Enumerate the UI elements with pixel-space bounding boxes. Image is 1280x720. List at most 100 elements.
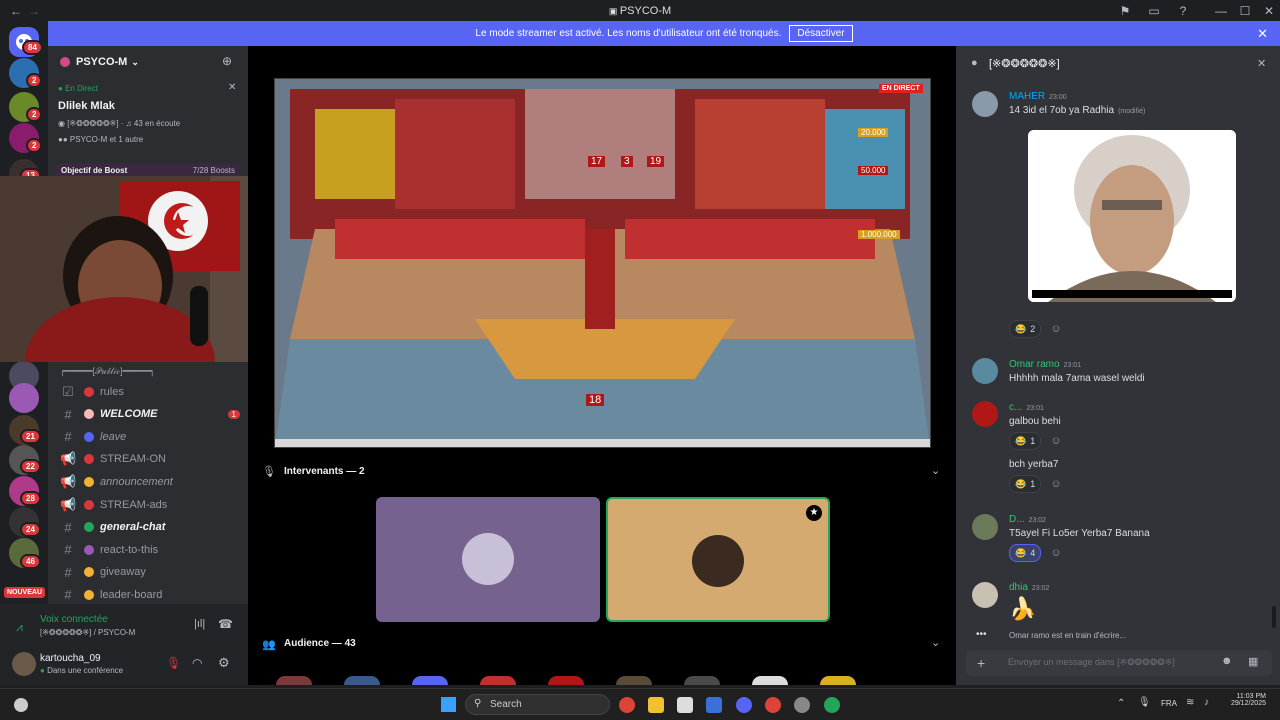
reaction-chip[interactable]: 😂 2 bbox=[1009, 320, 1042, 338]
settings-gear-icon[interactable]: ⚙ bbox=[218, 655, 230, 671]
chat-channel-name: [※❂❂❂❂❂※] bbox=[989, 58, 1060, 70]
search-icon: ⚲ bbox=[474, 698, 482, 709]
settings-icon[interactable] bbox=[794, 697, 810, 713]
close-event-icon[interactable]: ✕ bbox=[228, 82, 236, 93]
chevron-down-icon[interactable]: ⌄ bbox=[931, 636, 940, 649]
box-number: 17 bbox=[588, 156, 606, 167]
widgets-icon[interactable] bbox=[14, 698, 28, 712]
invite-people-icon[interactable]: ⊕ bbox=[222, 54, 232, 68]
speaker-tile-active[interactable]: ★ bbox=[606, 497, 830, 622]
username[interactable]: kartoucha_09 bbox=[40, 653, 101, 664]
browser-icon[interactable] bbox=[824, 697, 840, 713]
channel-react-to-this[interactable]: # react-to-this bbox=[60, 539, 240, 560]
disconnect-icon[interactable]: ☎ bbox=[218, 617, 233, 631]
mute-mic-icon[interactable]: 🎙 bbox=[166, 656, 181, 670]
scrollbar[interactable] bbox=[1272, 606, 1276, 628]
windows-start-icon[interactable] bbox=[441, 697, 456, 712]
channel-welcome[interactable]: # WELCOME 1 bbox=[60, 404, 240, 425]
close-chat-icon[interactable]: ✕ bbox=[1257, 57, 1266, 70]
chevron-down-icon[interactable]: ⌄ bbox=[931, 464, 940, 477]
message-author[interactable]: MAHER 23:00 bbox=[1009, 91, 1067, 102]
discord-icon[interactable] bbox=[736, 697, 752, 713]
message-input-box[interactable]: + Envoyer un message dans [※❂❂❂❂❂※] ☻ ▦ bbox=[966, 650, 1272, 676]
app-icon[interactable] bbox=[706, 697, 722, 713]
message-author[interactable]: dhia 23:02 bbox=[1009, 582, 1049, 593]
message-author[interactable]: D... 23:02 bbox=[1009, 514, 1046, 525]
clock[interactable]: 11:03 PM 29/12/2025 bbox=[1226, 693, 1266, 707]
audience-avatar[interactable] bbox=[684, 676, 720, 685]
store-icon[interactable] bbox=[677, 697, 693, 713]
minimize-icon[interactable]: — bbox=[1213, 3, 1229, 19]
message-input[interactable]: Envoyer un message dans [※❂❂❂❂❂※] bbox=[1008, 657, 1175, 668]
flag-icon[interactable]: ⚑ bbox=[1117, 3, 1133, 19]
audience-avatar[interactable] bbox=[480, 676, 516, 685]
boost-goal[interactable]: Objectif de Boost 7/28 Boosts bbox=[56, 163, 240, 177]
message-author[interactable]: c... 23:01 bbox=[1009, 402, 1044, 413]
volume-icon[interactable]: ♪ bbox=[1204, 697, 1209, 708]
apps-icon[interactable]: ▦ bbox=[1248, 655, 1258, 668]
taskbar-search[interactable]: ⚲ Search bbox=[465, 694, 610, 715]
avatar[interactable] bbox=[972, 91, 998, 117]
channel-stream-ads[interactable]: 📢 STREAM-ads bbox=[60, 494, 240, 515]
channel-stream-on[interactable]: 📢 STREAM-ON bbox=[60, 449, 240, 470]
chrome-icon[interactable] bbox=[619, 697, 635, 713]
add-reaction-icon[interactable]: ☺ bbox=[1047, 544, 1065, 562]
megaphone-icon bbox=[84, 476, 94, 487]
channel-general-chat[interactable]: # general-chat bbox=[60, 517, 240, 538]
event-title[interactable]: Dlilek Mlak bbox=[58, 100, 115, 112]
disable-streamer-button[interactable]: Désactiver bbox=[789, 25, 853, 42]
voice-status[interactable]: Voix connectée bbox=[40, 614, 108, 625]
file-explorer-icon[interactable] bbox=[648, 697, 664, 713]
speaker-tile[interactable] bbox=[376, 497, 600, 622]
add-attachment-icon[interactable]: + bbox=[977, 655, 985, 671]
message-author[interactable]: Omar ramo 23:01 bbox=[1009, 359, 1081, 370]
reaction-chip[interactable]: 😂 1 bbox=[1009, 475, 1042, 493]
mic-tray-icon[interactable]: 🎙 bbox=[1138, 697, 1151, 708]
avatar[interactable] bbox=[972, 358, 998, 384]
help-icon[interactable]: ? bbox=[1175, 3, 1191, 19]
add-reaction-icon[interactable]: ☺ bbox=[1047, 475, 1065, 493]
server-icon-6[interactable] bbox=[9, 383, 39, 413]
tray-chevron-icon[interactable]: ⌃ bbox=[1117, 698, 1125, 709]
reaction-chip[interactable]: 😂 1 bbox=[1009, 432, 1042, 450]
emoji-picker-icon[interactable]: ☻ bbox=[1221, 655, 1233, 667]
inbox-icon[interactable]: ▭ bbox=[1146, 3, 1162, 19]
title-bar: ← → ▣ PSYCO-M ⚑ ▭ ? — ☐ ✕ bbox=[0, 0, 1280, 21]
maximize-icon[interactable]: ☐ bbox=[1237, 3, 1253, 19]
avatar[interactable] bbox=[12, 652, 36, 676]
channel-rules[interactable]: ☑ rules bbox=[60, 381, 240, 402]
language-indicator[interactable]: FRA bbox=[1161, 699, 1177, 708]
channel-label: WELCOME bbox=[100, 408, 158, 421]
server-header[interactable]: PSYCO-M ⌄ bbox=[60, 56, 139, 68]
reaction-chip-selected[interactable]: 😂 4 bbox=[1009, 544, 1042, 562]
channel-giveaway[interactable]: # giveaway bbox=[60, 562, 240, 583]
avatar[interactable] bbox=[972, 514, 998, 540]
avatar[interactable] bbox=[972, 582, 998, 608]
event-live-label: ● En Direct bbox=[58, 84, 98, 93]
audience-avatar[interactable] bbox=[752, 676, 788, 685]
close-banner-icon[interactable]: ✕ bbox=[1257, 26, 1268, 42]
add-reaction-icon[interactable]: ☺ bbox=[1047, 432, 1065, 450]
wifi-icon[interactable]: ≋ bbox=[1186, 697, 1194, 708]
audience-avatar[interactable] bbox=[820, 676, 856, 685]
close-window-icon[interactable]: ✕ bbox=[1261, 3, 1277, 19]
channel-announcement[interactable]: 📢 announcement bbox=[60, 471, 240, 492]
headphones-icon[interactable]: ◠ bbox=[192, 656, 202, 670]
add-reaction-icon[interactable]: ☺ bbox=[1047, 320, 1065, 338]
audience-avatar[interactable] bbox=[412, 676, 448, 685]
event-participants: ●● PSYCO-M et 1 autre bbox=[58, 135, 144, 144]
avatar[interactable] bbox=[972, 401, 998, 427]
channel-leave[interactable]: # leave bbox=[60, 426, 240, 447]
audience-avatar[interactable] bbox=[616, 676, 652, 685]
stream-video[interactable]: EN DIRECT 20.000 50.000 1.000.000 17 3 1… bbox=[274, 78, 931, 448]
voice-channel[interactable]: [※❂❂❂❂❂※] / PSYCO-M bbox=[40, 628, 135, 637]
channel-leader-board[interactable]: # leader-board bbox=[60, 584, 240, 605]
channel-category[interactable]: ┍━━━━━[𝒫𝓊𝒷𝓁𝒾𝒸]━━━━━┑ bbox=[60, 366, 155, 377]
sticker-image[interactable] bbox=[1028, 130, 1236, 302]
sound-wave-icon[interactable]: |ıl| bbox=[194, 618, 205, 630]
audience-avatar[interactable] bbox=[276, 676, 312, 685]
chrome-icon[interactable] bbox=[765, 697, 781, 713]
audience-avatar[interactable] bbox=[344, 676, 380, 685]
trophy-icon bbox=[84, 589, 94, 600]
audience-avatar[interactable] bbox=[548, 676, 584, 685]
